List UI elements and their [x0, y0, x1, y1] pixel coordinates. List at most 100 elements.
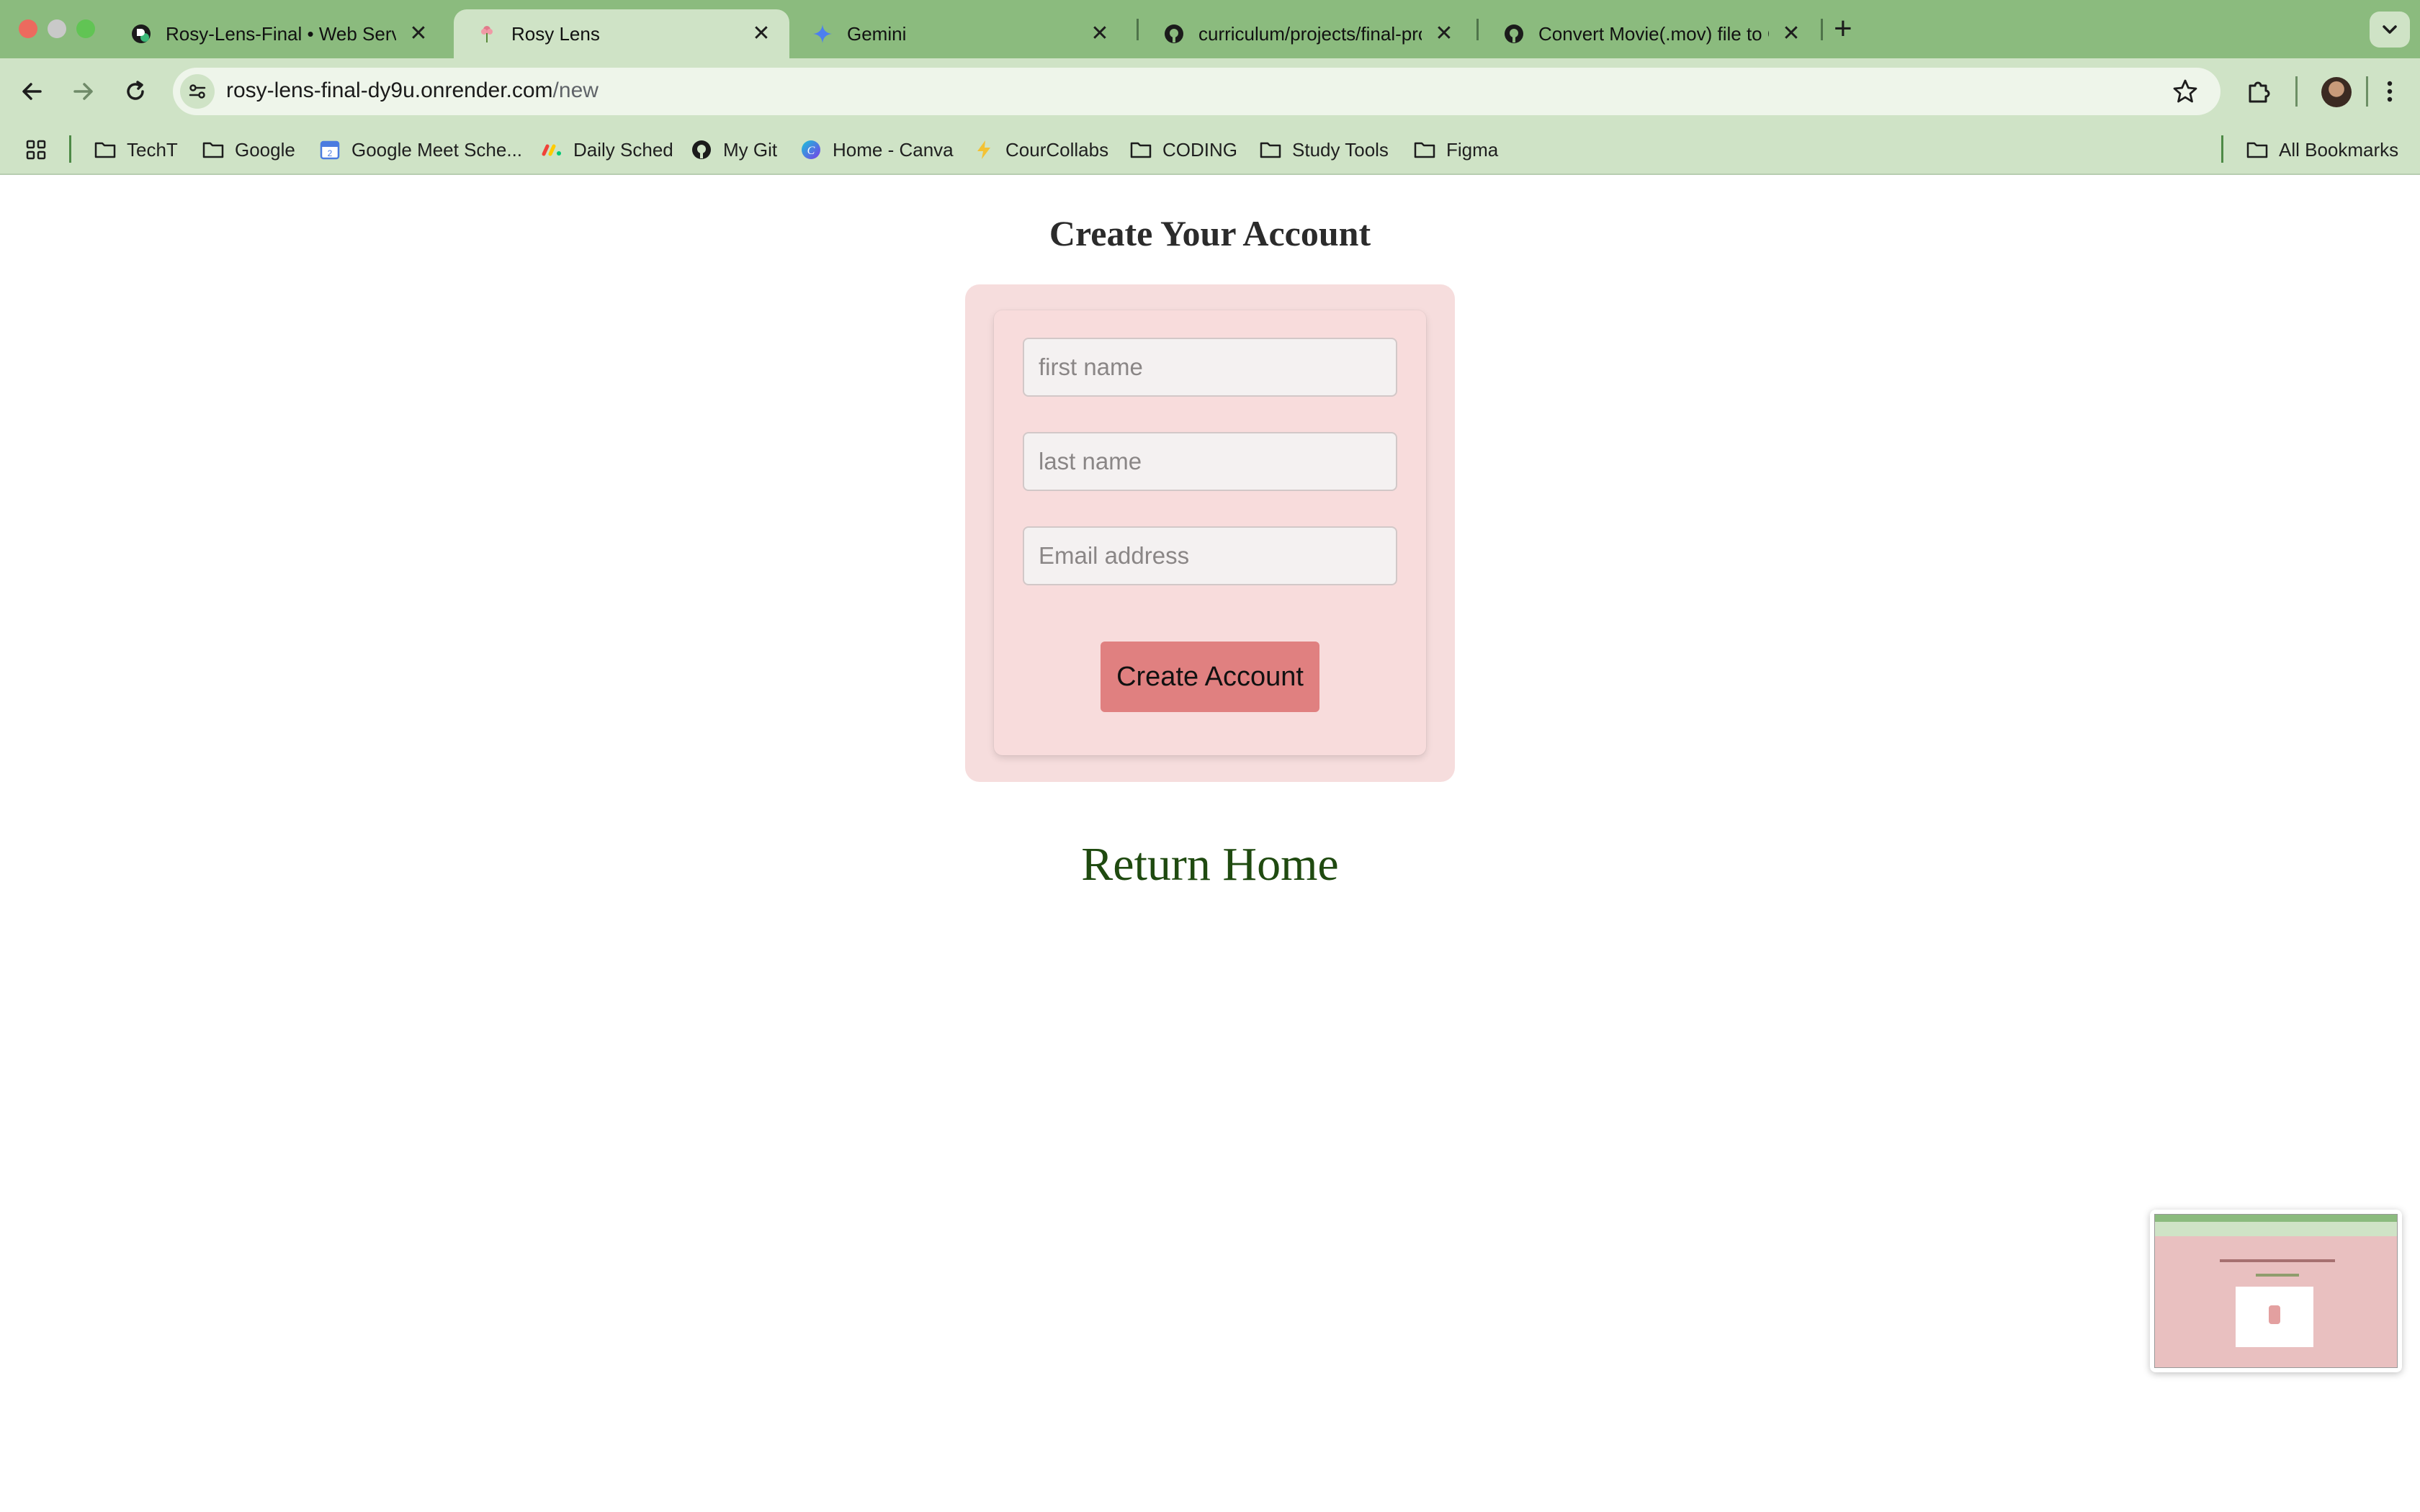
tab-title: curriculum/projects/final-proj	[1198, 22, 1422, 45]
bookmark-coding[interactable]: CODING	[1129, 137, 1237, 163]
tab-convert-movie[interactable]: Convert Movie(.mov) file to G ✕	[1481, 9, 1819, 58]
folder-icon	[1259, 138, 1282, 161]
bookmark-my-git[interactable]: My Git	[690, 137, 777, 163]
bookmark-star-icon[interactable]	[2172, 78, 2199, 105]
url-host: rosy-lens-final-dy9u.onrender.com	[226, 78, 553, 102]
reload-icon	[127, 81, 144, 100]
new-tab-button[interactable]: +	[1834, 13, 1852, 45]
gemini-sparkle-icon	[811, 22, 834, 45]
tab-rosy-lens-final-web-service[interactable]: Rosy-Lens-Final • Web Serv ✕	[108, 9, 447, 58]
profile-avatar[interactable]	[2321, 77, 2352, 107]
bookmarks-bar: TechT Google 2 Google Meet Sche... Daily…	[0, 125, 2420, 175]
github-icon	[690, 138, 713, 161]
last-name-input[interactable]	[1023, 432, 1397, 491]
bookmark-google[interactable]: Google	[202, 137, 295, 163]
tab-curriculum-final-project[interactable]: curriculum/projects/final-proj ✕	[1141, 9, 1472, 58]
forward-button[interactable]	[68, 76, 99, 107]
reload-button[interactable]	[120, 76, 151, 107]
site-info-icon[interactable]	[180, 74, 215, 109]
browser-menu-button[interactable]	[2374, 76, 2406, 107]
tab-rosy-lens[interactable]: Rosy Lens ✕	[454, 9, 789, 58]
bookmark-label: Google	[235, 138, 295, 161]
bookmark-label: Study Tools	[1292, 138, 1389, 161]
bookmark-label: CODING	[1162, 138, 1237, 161]
bookmark-study-tools[interactable]: Study Tools	[1259, 137, 1389, 163]
bookmarks-divider	[69, 135, 71, 163]
folder-icon	[2246, 138, 2269, 161]
monday-icon	[540, 138, 563, 161]
minimize-window-button[interactable]	[48, 19, 66, 38]
bookmark-label: My Git	[723, 138, 778, 161]
pip-thumbnail	[2154, 1214, 2398, 1368]
address-bar[interactable]: rosy-lens-final-dy9u.onrender.com/new	[173, 68, 2220, 115]
signup-card: Create Account	[965, 284, 1455, 782]
url-text[interactable]: rosy-lens-final-dy9u.onrender.com/new	[226, 78, 599, 103]
tab-title: Rosy Lens	[511, 22, 600, 45]
toolbar-divider	[2366, 76, 2368, 107]
back-button[interactable]	[16, 76, 48, 107]
svg-text:2: 2	[328, 148, 333, 158]
page-viewport: Create Your Account Create Account Retur…	[0, 175, 2420, 1512]
toolbar-divider	[2295, 76, 2298, 107]
github-icon	[1502, 22, 1525, 45]
tab-separator	[1821, 19, 1823, 40]
close-tab-icon[interactable]: ✕	[1089, 23, 1111, 45]
tab-gemini[interactable]: Gemini ✕	[789, 9, 1128, 58]
bolt-icon	[972, 138, 995, 161]
github-icon	[1162, 22, 1186, 45]
tab-strip: Rosy-Lens-Final • Web Serv ✕ Rosy Lens ✕…	[0, 0, 2420, 58]
picture-in-picture-preview[interactable]	[2150, 1210, 2402, 1372]
more-vertical-icon	[2387, 81, 2393, 102]
bookmark-label: Google Meet Sche...	[351, 138, 523, 161]
bookmark-techt[interactable]: TechT	[94, 137, 178, 163]
folder-icon	[202, 138, 225, 161]
all-bookmarks-label: All Bookmarks	[2279, 138, 2399, 161]
bookmark-daily-sched[interactable]: Daily Sched	[540, 137, 673, 163]
extensions-button[interactable]	[2243, 76, 2275, 107]
chevron-down-icon	[2383, 25, 2397, 34]
tab-separator	[1137, 19, 1139, 40]
tab-search-button[interactable]	[2370, 12, 2410, 48]
bookmark-courcollabs[interactable]: CourCollabs	[972, 137, 1108, 163]
browser-toolbar: rosy-lens-final-dy9u.onrender.com/new	[0, 58, 2420, 125]
bookmark-label: TechT	[127, 138, 178, 161]
close-tab-icon[interactable]: ✕	[1780, 23, 1802, 45]
all-bookmarks-button[interactable]: All Bookmarks	[2246, 137, 2398, 163]
svg-text:C: C	[807, 145, 815, 157]
canva-icon: C	[799, 138, 823, 161]
tab-title: Rosy-Lens-Final • Web Serv	[166, 22, 396, 45]
apps-grid-icon	[26, 140, 46, 160]
url-path: /new	[552, 78, 599, 102]
bookmark-figma[interactable]: Figma	[1413, 137, 1498, 163]
tab-title: Convert Movie(.mov) file to G	[1538, 22, 1769, 45]
create-account-button[interactable]: Create Account	[1101, 642, 1319, 712]
apps-button[interactable]	[24, 137, 48, 163]
first-name-input[interactable]	[1023, 338, 1397, 397]
maximize-window-button[interactable]	[76, 19, 95, 38]
bookmarks-divider	[2221, 135, 2223, 163]
close-window-button[interactable]	[19, 19, 37, 38]
bookmark-home-canva[interactable]: C Home - Canva	[799, 137, 954, 163]
close-tab-icon[interactable]: ✕	[408, 23, 429, 45]
folder-icon	[1129, 138, 1152, 161]
folder-icon	[94, 138, 117, 161]
folder-icon	[1413, 138, 1436, 161]
tab-separator	[1476, 19, 1479, 40]
tab-title: Gemini	[847, 22, 907, 45]
bookmark-label: Home - Canva	[833, 138, 954, 161]
arrow-right-icon	[73, 83, 93, 100]
bookmark-label: CourCollabs	[1005, 138, 1109, 161]
page-title: Create Your Account	[1049, 213, 1371, 253]
signup-form: Create Account	[994, 310, 1426, 755]
bookmark-label: Figma	[1446, 138, 1499, 161]
flower-icon	[475, 22, 498, 45]
arrow-left-icon	[22, 83, 42, 100]
bookmark-label: Daily Sched	[573, 138, 673, 161]
render-icon	[130, 22, 153, 45]
puzzle-icon	[2249, 81, 2270, 103]
close-tab-icon[interactable]: ✕	[750, 23, 772, 45]
bookmark-google-meet-scheduler[interactable]: 2 Google Meet Sche...	[318, 137, 522, 163]
email-input[interactable]	[1023, 526, 1397, 585]
close-tab-icon[interactable]: ✕	[1433, 23, 1455, 45]
return-home-link[interactable]: Return Home	[0, 837, 2420, 892]
